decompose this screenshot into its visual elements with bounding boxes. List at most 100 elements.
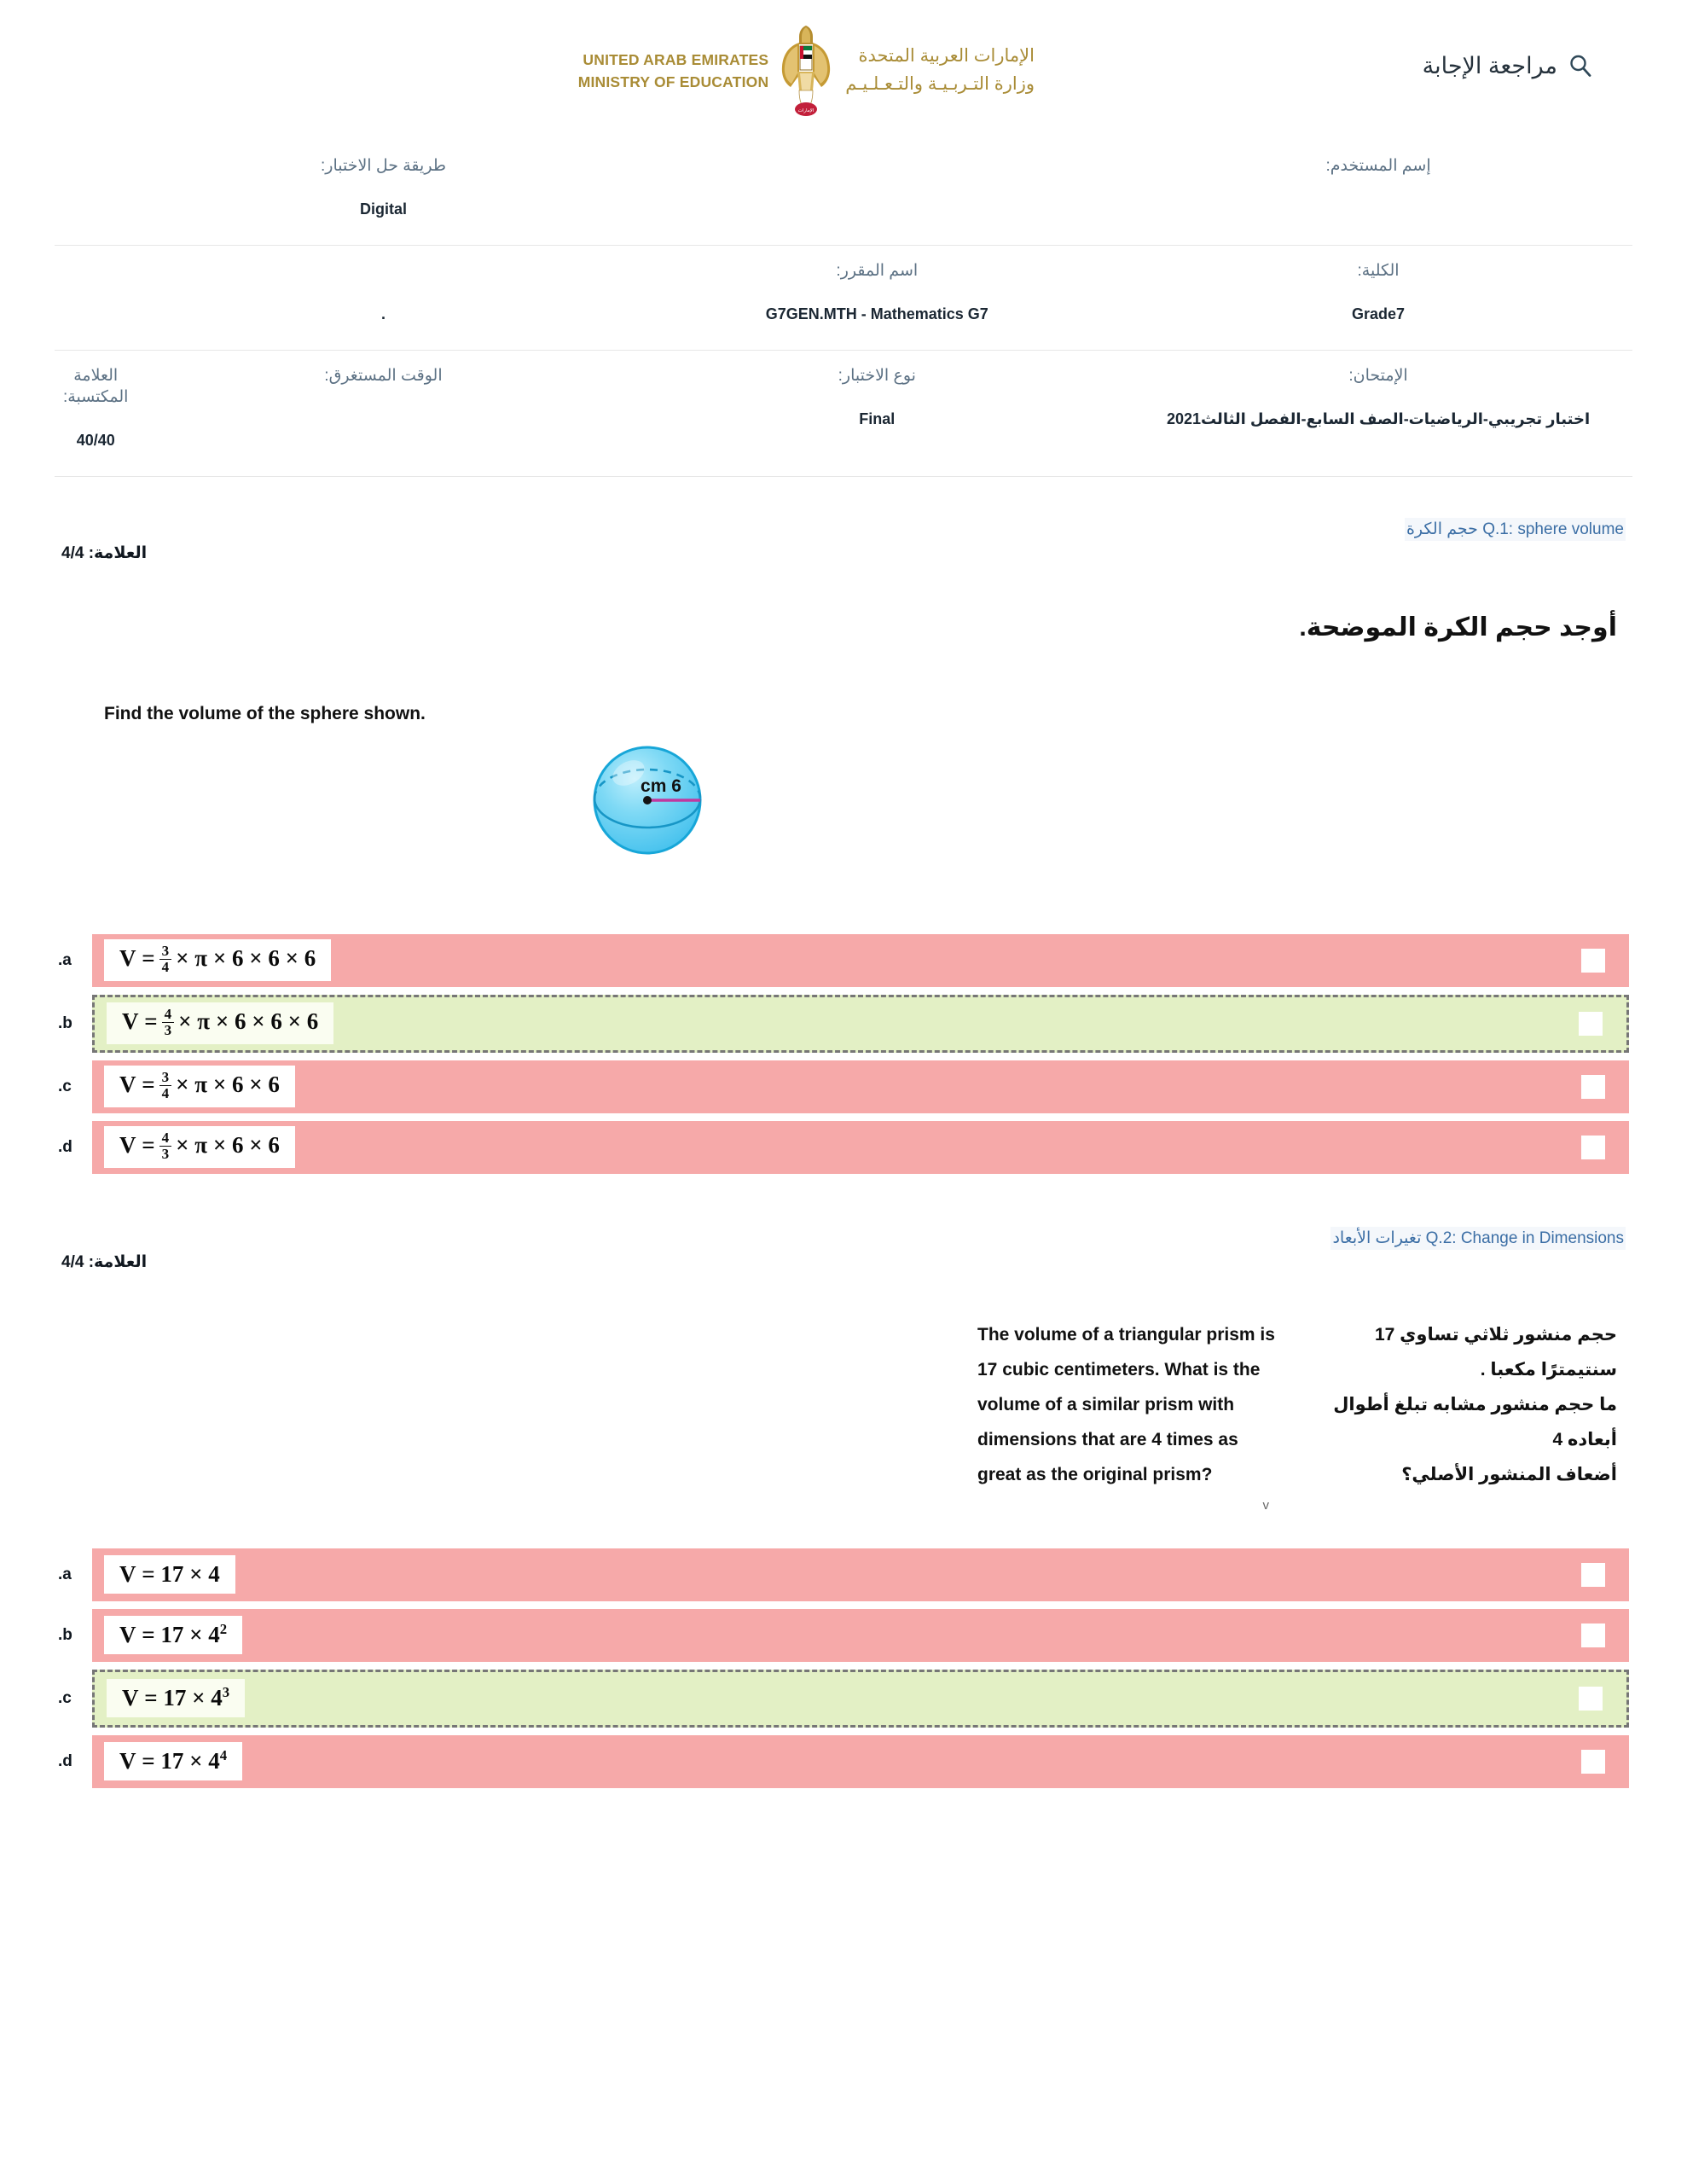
review-answer-link[interactable]: مراجعة الإجابة <box>1423 53 1593 78</box>
info-row-user: إسم المستخدم: طريقة حل الاختبار: Digital <box>55 141 1632 246</box>
question-2-stem-en-line3: volume of a similar prism with <box>977 1394 1235 1414</box>
question-2-marker: v <box>1262 1497 1270 1513</box>
option-text-q2-d: V = 17 × 44 <box>104 1741 243 1781</box>
sphere-radius-label: 6 cm <box>641 776 681 796</box>
svg-text:الإمارات: الإمارات <box>798 108 815 113</box>
question-1-stem-ar: أوجد حجم الكرة الموضحة. <box>1299 613 1617 642</box>
option-row-q1-b[interactable]: V = 4 3 × π × 6 × 6 × 6 .b <box>58 994 1629 1053</box>
question-2-header: Q.2: Change in Dimensions تغيرات الأبعاد… <box>55 1226 1632 1272</box>
info-cell-type: نوع الاختبار: Final <box>629 351 1124 477</box>
question-1-title: Q.1: sphere volume حجم الكرة <box>1404 517 1626 541</box>
option-checkbox-q2-b[interactable] <box>1581 1623 1605 1647</box>
ministry-logo: UNITED ARAB EMIRATES MINISTRY OF EDUCATI… <box>578 24 1035 118</box>
option-band-q1-b[interactable]: V = 4 3 × π × 6 × 6 × 6 <box>92 994 1629 1053</box>
option-band-q1-a[interactable]: V = 3 4 × π × 6 × 6 × 6 <box>92 933 1629 987</box>
option-band-q2-c[interactable]: V = 17 × 43 <box>92 1669 1629 1728</box>
question-2-stems: حجم منشور ثلاثي تساوي 17 سنتيمترًا مكعبا… <box>55 1272 1632 1493</box>
method-value: Digital <box>359 200 407 218</box>
info-cell-time: الوقت المستغرق: <box>136 351 629 477</box>
question-2-stem-ar-line2: ما حجم منشور مشابه تبلغ أطوال أبعاده 4 <box>1333 1394 1617 1449</box>
option-text-q1-d: V = 4 3 × π × 6 × 6 <box>104 1126 295 1169</box>
option-band-q2-d[interactable]: V = 17 × 44 <box>92 1734 1629 1788</box>
question-2-stem-en: The volume of a triangular prism is 17 c… <box>977 1318 1276 1493</box>
info-cell-method: طريقة حل الاختبار: Digital <box>136 141 629 246</box>
question-block-1: Q.1: sphere volume حجم الكرة العلامة: 4/… <box>55 517 1632 1174</box>
option-row-q1-c[interactable]: V = 3 4 × π × 6 × 6 .c <box>58 1060 1629 1113</box>
course-value: G7GEN.MTH - Mathematics G7 <box>765 305 988 322</box>
option-row-q1-d[interactable]: V = 4 3 × π × 6 × 6 .d <box>58 1120 1629 1174</box>
username-label: إسم المستخدم: <box>1325 157 1431 175</box>
exam-label: الإمتحان: <box>1348 367 1408 386</box>
option-text-q1-c: V = 3 4 × π × 6 × 6 <box>104 1066 295 1108</box>
page-header: مراجعة الإجابة UNITED ARAB EMIRATES MINI… <box>0 0 1687 141</box>
question-2-stem-en-line2: 17 cubic centimeters. What is the <box>977 1359 1261 1380</box>
option-row-q2-a[interactable]: V = 17 × 4 .a <box>58 1548 1629 1601</box>
elapsed-time-value <box>145 410 621 427</box>
info-cell-coursename: اسم المقرر: G7GEN.MTH - Mathematics G7 <box>629 246 1124 351</box>
answer-review-page: مراجعة الإجابة UNITED ARAB EMIRATES MINI… <box>0 0 1687 2184</box>
earned-score-value: 40/40 <box>76 431 115 449</box>
info-cell-score: العلامة المكتسبة: 40/40 <box>55 351 136 477</box>
college-label: الكلية: <box>1357 262 1400 281</box>
option-letter-q2-c: .c <box>58 1688 72 1707</box>
option-text-q1-a: V = 3 4 × π × 6 × 6 × 6 <box>104 939 332 982</box>
question-1-options: V = 3 4 × π × 6 × 6 × 6 .a V = 4 3 × π × 6 × 6… <box>55 933 1632 1174</box>
question-1-mark: العلامة: 4/4 <box>61 543 148 562</box>
option-checkbox-q1-d[interactable] <box>1581 1135 1605 1159</box>
ministry-name-en-line2: MINISTRY OF EDUCATION <box>577 73 769 90</box>
option-row-q2-d[interactable]: V = 17 × 44 .d <box>58 1734 1629 1788</box>
course-label: اسم المقرر: <box>836 262 919 281</box>
ministry-name-ar-line1: الإمارات العربية المتحدة <box>858 46 1035 67</box>
search-icon <box>1568 53 1593 78</box>
option-band-q2-b[interactable]: V = 17 × 42 <box>92 1608 1629 1662</box>
extra-value: . <box>380 305 386 322</box>
option-row-q1-a[interactable]: V = 3 4 × π × 6 × 6 × 6 .a <box>58 933 1629 987</box>
method-label: طريقة حل الاختبار: <box>320 157 446 175</box>
option-checkbox-q1-c[interactable] <box>1581 1074 1605 1099</box>
question-2-stem-ar-line1: حجم منشور ثلاثي تساوي 17 سنتيمترًا مكعبا… <box>1374 1324 1617 1380</box>
info-cell-extra: . <box>136 246 629 351</box>
ministry-name-en-line1: UNITED ARAB EMIRATES <box>583 50 769 68</box>
option-text-q2-b: V = 17 × 42 <box>104 1615 243 1655</box>
question-2-stem-ar-line3: أضعاف المنشور الأصلي؟ <box>1401 1464 1617 1484</box>
sphere-figure: 6 cm <box>579 732 716 868</box>
exam-info-table: إسم المستخدم: طريقة حل الاختبار: Digital… <box>55 141 1632 477</box>
option-band-q1-c[interactable]: V = 3 4 × π × 6 × 6 <box>92 1060 1629 1113</box>
question-2-stem-en-line5: great as the original prism? <box>977 1464 1213 1484</box>
exam-type-value: Final <box>859 410 896 427</box>
option-checkbox-q1-b[interactable] <box>1579 1011 1603 1036</box>
option-letter-q1-a: .a <box>58 950 72 969</box>
question-2-title: Q.2: Change in Dimensions تغيرات الأبعاد <box>1330 1226 1626 1250</box>
question-1-header: Q.1: sphere volume حجم الكرة العلامة: 4/… <box>55 517 1632 563</box>
ministry-name-ar: الإمارات العربية المتحدة وزارة التـربـيـ… <box>833 43 1035 98</box>
question-2-options: V = 17 × 4 .a V = 17 × 42 .b V = 17 × 43 <box>55 1548 1632 1788</box>
ministry-name-ar-line2: وزارة التـربـيـة والتـعـلـيـم <box>845 74 1035 94</box>
username-value <box>1133 200 1624 217</box>
ministry-name-en: UNITED ARAB EMIRATES MINISTRY OF EDUCATI… <box>578 49 780 94</box>
exam-value: اختبار تجريبي-الرياضيات-الصف السابع-الفص… <box>1166 410 1591 427</box>
info-row-course: الكلية: Grade7 اسم المقرر: G7GEN.MTH - M… <box>55 246 1632 351</box>
option-band-q1-d[interactable]: V = 4 3 × π × 6 × 6 <box>92 1120 1629 1174</box>
option-checkbox-q2-c[interactable] <box>1579 1686 1603 1711</box>
question-1-stem-en: Find the volume of the sphere shown. <box>104 703 426 723</box>
uae-falcon-emblem-icon: الإمارات <box>779 24 833 118</box>
exam-type-label: نوع الاختبار: <box>838 367 916 386</box>
elapsed-time-label: الوقت المستغرق: <box>324 367 443 386</box>
question-2-marker-wrap: v <box>55 1493 1632 1513</box>
option-row-q2-c[interactable]: V = 17 × 43 .c <box>58 1669 1629 1728</box>
college-value: Grade7 <box>1352 305 1406 322</box>
option-row-q2-b[interactable]: V = 17 × 42 .b <box>58 1608 1629 1662</box>
option-checkbox-q2-a[interactable] <box>1581 1562 1605 1587</box>
option-letter-q1-d: .d <box>58 1137 72 1156</box>
option-text-q2-a: V = 17 × 4 <box>104 1554 235 1594</box>
option-checkbox-q2-d[interactable] <box>1581 1749 1605 1774</box>
info-row-exam: الإمتحان: اختبار تجريبي-الرياضيات-الصف ا… <box>55 351 1632 477</box>
option-letter-q1-c: .c <box>58 1077 72 1095</box>
option-band-q2-a[interactable]: V = 17 × 4 <box>92 1548 1629 1601</box>
question-block-2: Q.2: Change in Dimensions تغيرات الأبعاد… <box>55 1226 1632 1788</box>
option-letter-q2-a: .a <box>58 1565 72 1583</box>
question-2-stem-en-line4: dimensions that are 4 times as <box>977 1429 1238 1449</box>
question-1-body: Find the volume of the sphere shown. 6 c… <box>55 642 1632 898</box>
option-checkbox-q1-a[interactable] <box>1581 948 1605 973</box>
option-text-q2-c: V = 17 × 43 <box>107 1678 246 1718</box>
